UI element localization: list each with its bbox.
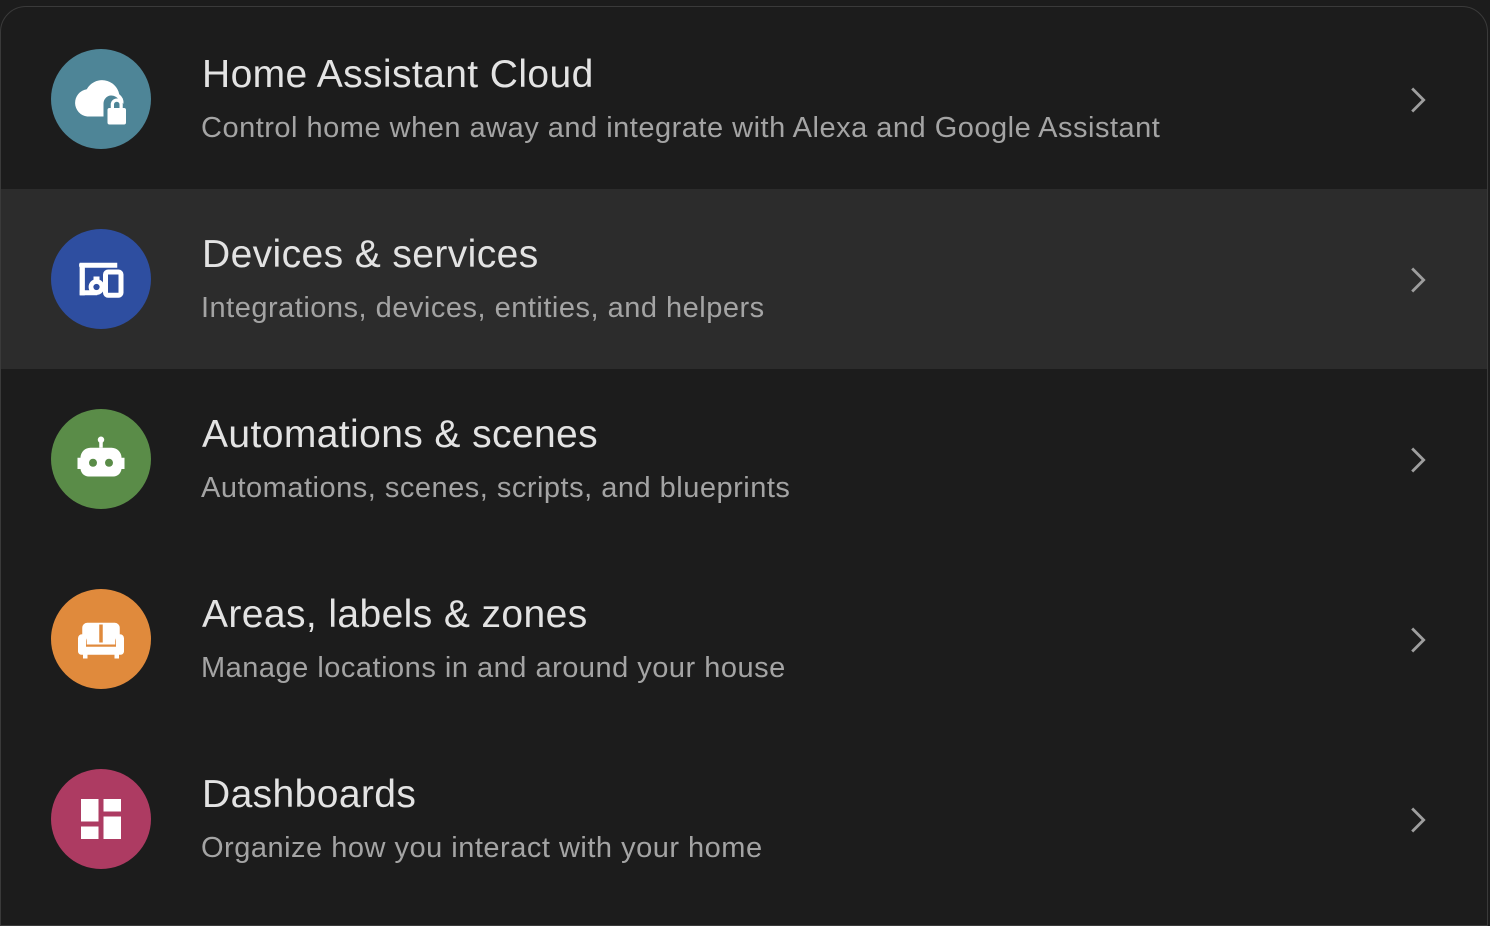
menu-item-dashboards[interactable]: Dashboards Organize how you interact wit… xyxy=(1,729,1487,909)
robot-icon xyxy=(51,409,151,509)
menu-item-subtitle: Organize how you interact with your home xyxy=(201,832,763,864)
menu-item-title: Dashboards xyxy=(202,773,417,816)
settings-menu-panel: Home Assistant Cloud Control home when a… xyxy=(0,6,1488,926)
menu-item-title: Devices & services xyxy=(202,233,539,276)
chevron-right-icon xyxy=(1411,267,1426,293)
cloud-lock-icon xyxy=(51,49,151,149)
chevron-right-icon xyxy=(1411,447,1426,473)
menu-item-home-assistant-cloud[interactable]: Home Assistant Cloud Control home when a… xyxy=(1,9,1487,189)
menu-item-title: Automations & scenes xyxy=(202,413,599,456)
menu-item-subtitle: Integrations, devices, entities, and hel… xyxy=(201,292,765,324)
menu-item-title: Areas, labels & zones xyxy=(202,593,588,636)
chevron-right-icon xyxy=(1411,627,1426,653)
sofa-icon xyxy=(51,589,151,689)
menu-item-subtitle: Control home when away and integrate wit… xyxy=(201,112,1161,144)
menu-item-automations-scenes[interactable]: Automations & scenes Automations, scenes… xyxy=(1,369,1487,549)
menu-item-devices-services[interactable]: Devices & services Integrations, devices… xyxy=(1,189,1487,369)
menu-item-subtitle: Manage locations in and around your hous… xyxy=(201,652,786,684)
devices-icon xyxy=(51,229,151,329)
menu-item-areas-labels-zones[interactable]: Areas, labels & zones Manage locations i… xyxy=(1,549,1487,729)
chevron-right-icon xyxy=(1411,807,1426,833)
menu-item-title: Home Assistant Cloud xyxy=(202,53,594,96)
menu-item-subtitle: Automations, scenes, scripts, and bluepr… xyxy=(201,472,791,504)
chevron-right-icon xyxy=(1411,87,1426,113)
dashboard-icon xyxy=(51,769,151,869)
